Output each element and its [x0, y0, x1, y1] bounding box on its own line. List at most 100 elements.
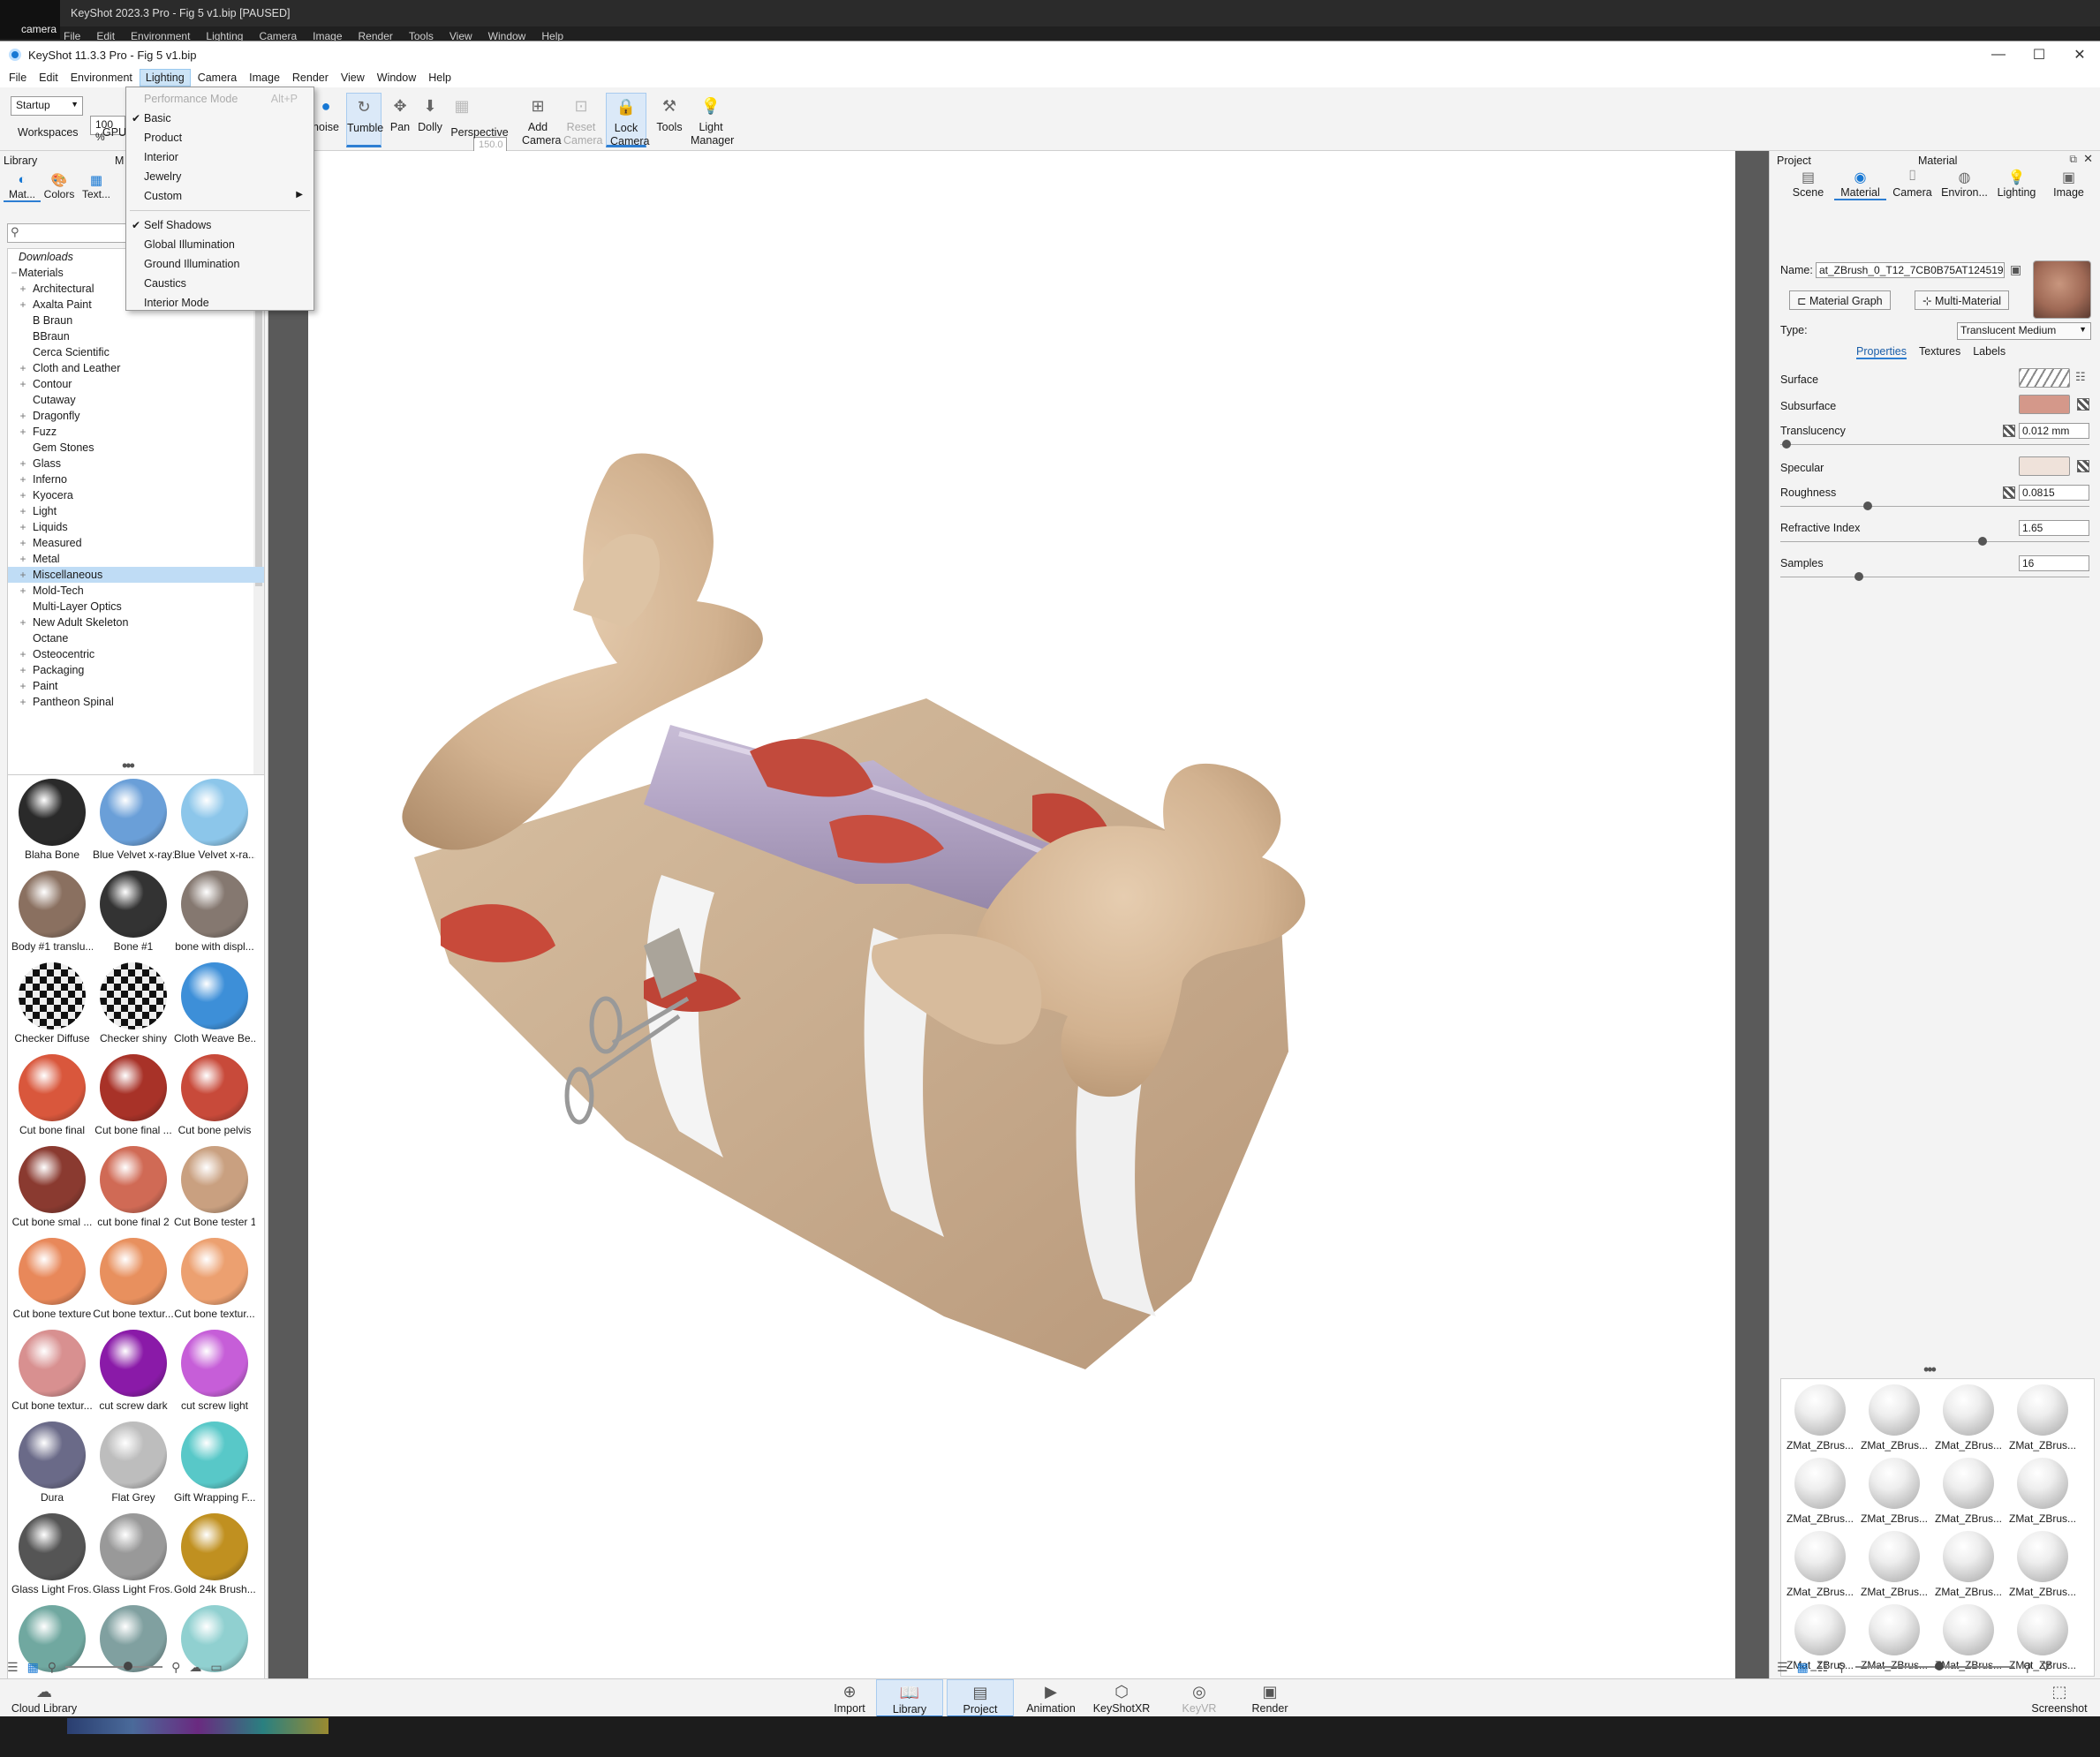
tree-item[interactable]: + Metal [8, 551, 264, 567]
menu-window[interactable]: Window [372, 70, 421, 86]
lighting-menu-item-jewelry[interactable]: Jewelry [126, 167, 313, 186]
project-tab-scene[interactable]: ▤ Scene [1782, 169, 1834, 200]
expand-icon[interactable]: + [19, 281, 27, 297]
menu-view[interactable]: View [336, 70, 370, 86]
library-tab[interactable]: ▦ Text... [78, 170, 115, 202]
material-thumbnail[interactable]: Blue Velvet x-ray1 [93, 779, 174, 861]
lighting-menu-item-caustics[interactable]: Caustics [126, 274, 313, 293]
material-thumbnail[interactable]: Glass Light Fros... [93, 1513, 174, 1595]
lighting-menu-item-self-shadows[interactable]: ✔ Self Shadows [126, 215, 313, 235]
pan-button[interactable]: ✥ Pan [387, 93, 413, 147]
grid-view-icon[interactable]: ▦ [1797, 1660, 1809, 1675]
material-thumbnail[interactable]: Cloth Weave Be... [174, 962, 255, 1044]
thumbnail-size-slider[interactable] [1854, 1662, 2014, 1670]
material-thumbnail[interactable]: Flat Grey [93, 1421, 174, 1504]
expand-icon[interactable]: + [19, 535, 27, 551]
expand-icon[interactable]: + [19, 503, 27, 519]
zoom-in-icon[interactable]: ⚲ [2023, 1660, 2032, 1675]
expand-icon[interactable]: + [19, 424, 27, 440]
material-thumbnail[interactable]: cut screw light [174, 1330, 255, 1412]
keyshotxr-button[interactable]: ⬡ KeyShotXR [1088, 1679, 1155, 1718]
project-material-thumbnail[interactable]: ZMat_ZBrus... [1931, 1458, 2006, 1525]
tree-item[interactable]: + Packaging [8, 662, 264, 678]
tree-item[interactable]: B Braun [8, 313, 264, 328]
keyvr-button[interactable]: ◎ KeyVR [1166, 1679, 1233, 1718]
project-material-thumbnail[interactable]: ZMat_ZBrus... [1783, 1458, 1857, 1525]
expand-icon[interactable]: + [19, 456, 27, 471]
refractive-index-slider[interactable] [1780, 537, 2089, 546]
screenshot-button[interactable]: ⬚ Screenshot [2028, 1679, 2091, 1718]
folder-icon[interactable]: ▭ [210, 1660, 222, 1675]
lighting-menu-item-custom[interactable]: Custom ▶ [126, 186, 313, 206]
menu-environment[interactable]: Environment [65, 70, 138, 86]
close-button[interactable]: ✕ [2059, 41, 2100, 68]
material-thumbnail[interactable]: Dura [11, 1421, 93, 1504]
filter-icon[interactable]: ⛛ [2041, 1660, 2051, 1675]
expand-icon[interactable]: + [19, 519, 27, 535]
lighting-menu-item-product[interactable]: Product [126, 128, 313, 147]
multi-material-button[interactable]: ⊹ Multi-Material [1915, 290, 2009, 310]
material-thumbnail[interactable]: Cut bone textur... [93, 1238, 174, 1320]
material-thumbnail[interactable]: cut bone final 2 [93, 1146, 174, 1228]
material-type-select[interactable]: Translucent Medium ▼ [1957, 322, 2091, 340]
expand-icon[interactable]: + [19, 360, 27, 376]
tree-item[interactable]: + Paint [8, 678, 264, 694]
grid-view-icon[interactable]: ▦ [27, 1660, 39, 1675]
menu-help[interactable]: Help [423, 70, 457, 86]
material-thumbnail[interactable]: Bone #1 [93, 871, 174, 953]
tree-item[interactable]: + Osteocentric [8, 646, 264, 662]
menu-camera[interactable]: Camera [193, 70, 242, 86]
lighting-menu-item-basic[interactable]: ✔ Basic [126, 109, 313, 128]
save-icon[interactable]: ▣ [2010, 262, 2021, 277]
expand-icon[interactable]: + [19, 297, 27, 313]
vertebra-model[interactable] [308, 151, 1735, 1678]
samples-input[interactable]: 16 [2019, 555, 2089, 571]
light-manager-button[interactable]: 💡 Light Manager [689, 93, 734, 147]
tree-item[interactable]: + Inferno [8, 471, 264, 487]
tree-item[interactable]: + Cloth and Leather [8, 360, 264, 376]
expand-icon[interactable]: − [10, 265, 19, 281]
tree-item[interactable]: + Fuzz [8, 424, 264, 440]
project-tab-camera[interactable]: ⌷ Camera [1886, 169, 1938, 200]
library-tab[interactable]: 🎨 Colors [41, 170, 78, 202]
render-button[interactable]: ▣ Render [1236, 1679, 1303, 1718]
expand-icon[interactable]: + [19, 678, 27, 694]
tree-item[interactable]: + Glass [8, 456, 264, 471]
tree-item[interactable]: + New Adult Skeleton [8, 615, 264, 630]
lighting-menu-item-interior-mode[interactable]: Interior Mode [126, 293, 313, 313]
animation-button[interactable]: ▶ Animation [1017, 1679, 1084, 1718]
zoom-out-icon[interactable]: ⚲ [48, 1660, 57, 1675]
tree-item[interactable]: Gem Stones [8, 440, 264, 456]
expand-icon[interactable]: + [19, 567, 27, 583]
project-material-thumbnail[interactable]: ZMat_ZBrus... [2006, 1458, 2080, 1525]
expand-icon[interactable]: + [19, 583, 27, 599]
expand-icon[interactable]: + [19, 615, 27, 630]
minimize-button[interactable]: — [1978, 41, 2019, 68]
project-material-thumbnail[interactable]: ZMat_ZBrus... [1857, 1531, 1931, 1598]
translucency-texture-icon[interactable] [2003, 425, 2015, 437]
menu-image[interactable]: Image [244, 70, 285, 86]
project-material-thumbnail[interactable]: ZMat_ZBrus... [2006, 1384, 2080, 1452]
tree-item[interactable]: + Miscellaneous [8, 567, 264, 583]
project-material-thumbnail[interactable]: ZMat_ZBrus... [1857, 1384, 1931, 1452]
material-thumbnail[interactable]: Cut bone smal ... [11, 1146, 93, 1228]
project-material-thumbnail[interactable]: ZMat_ZBrus... [1783, 1531, 1857, 1598]
taskbar-thumbnails[interactable] [67, 1718, 329, 1734]
lock-camera-button[interactable]: 🔒 Lock Camera [606, 93, 649, 147]
gpu-label[interactable]: GPU [102, 126, 126, 139]
material-thumbnail[interactable]: Gift Wrapping F... [174, 1421, 255, 1504]
reset-camera-button[interactable]: ⊡ Reset Camera [562, 93, 602, 147]
import-button[interactable]: ⊕ Import [816, 1679, 883, 1718]
material-thumbnail[interactable]: Body #1 translu... [11, 871, 93, 953]
project-material-thumbnail[interactable]: ZMat_ZBrus... [2006, 1531, 2080, 1598]
render-viewport[interactable] [308, 151, 1735, 1678]
tree-item[interactable]: + Mold-Tech [8, 583, 264, 599]
tools-button[interactable]: ⚒ Tools [653, 93, 685, 147]
material-thumbnail[interactable]: Cut bone textur... [174, 1238, 255, 1320]
project-material-thumbnail[interactable]: ZMat_ZBrus... [1931, 1384, 2006, 1452]
tree-item[interactable]: + Pantheon Spinal [8, 694, 264, 710]
tree-item[interactable]: Cutaway [8, 392, 264, 408]
material-thumbnail[interactable]: cut screw dark [93, 1330, 174, 1412]
list-view-icon[interactable]: ☰ [1777, 1660, 1788, 1675]
expand-icon[interactable]: + [19, 551, 27, 567]
